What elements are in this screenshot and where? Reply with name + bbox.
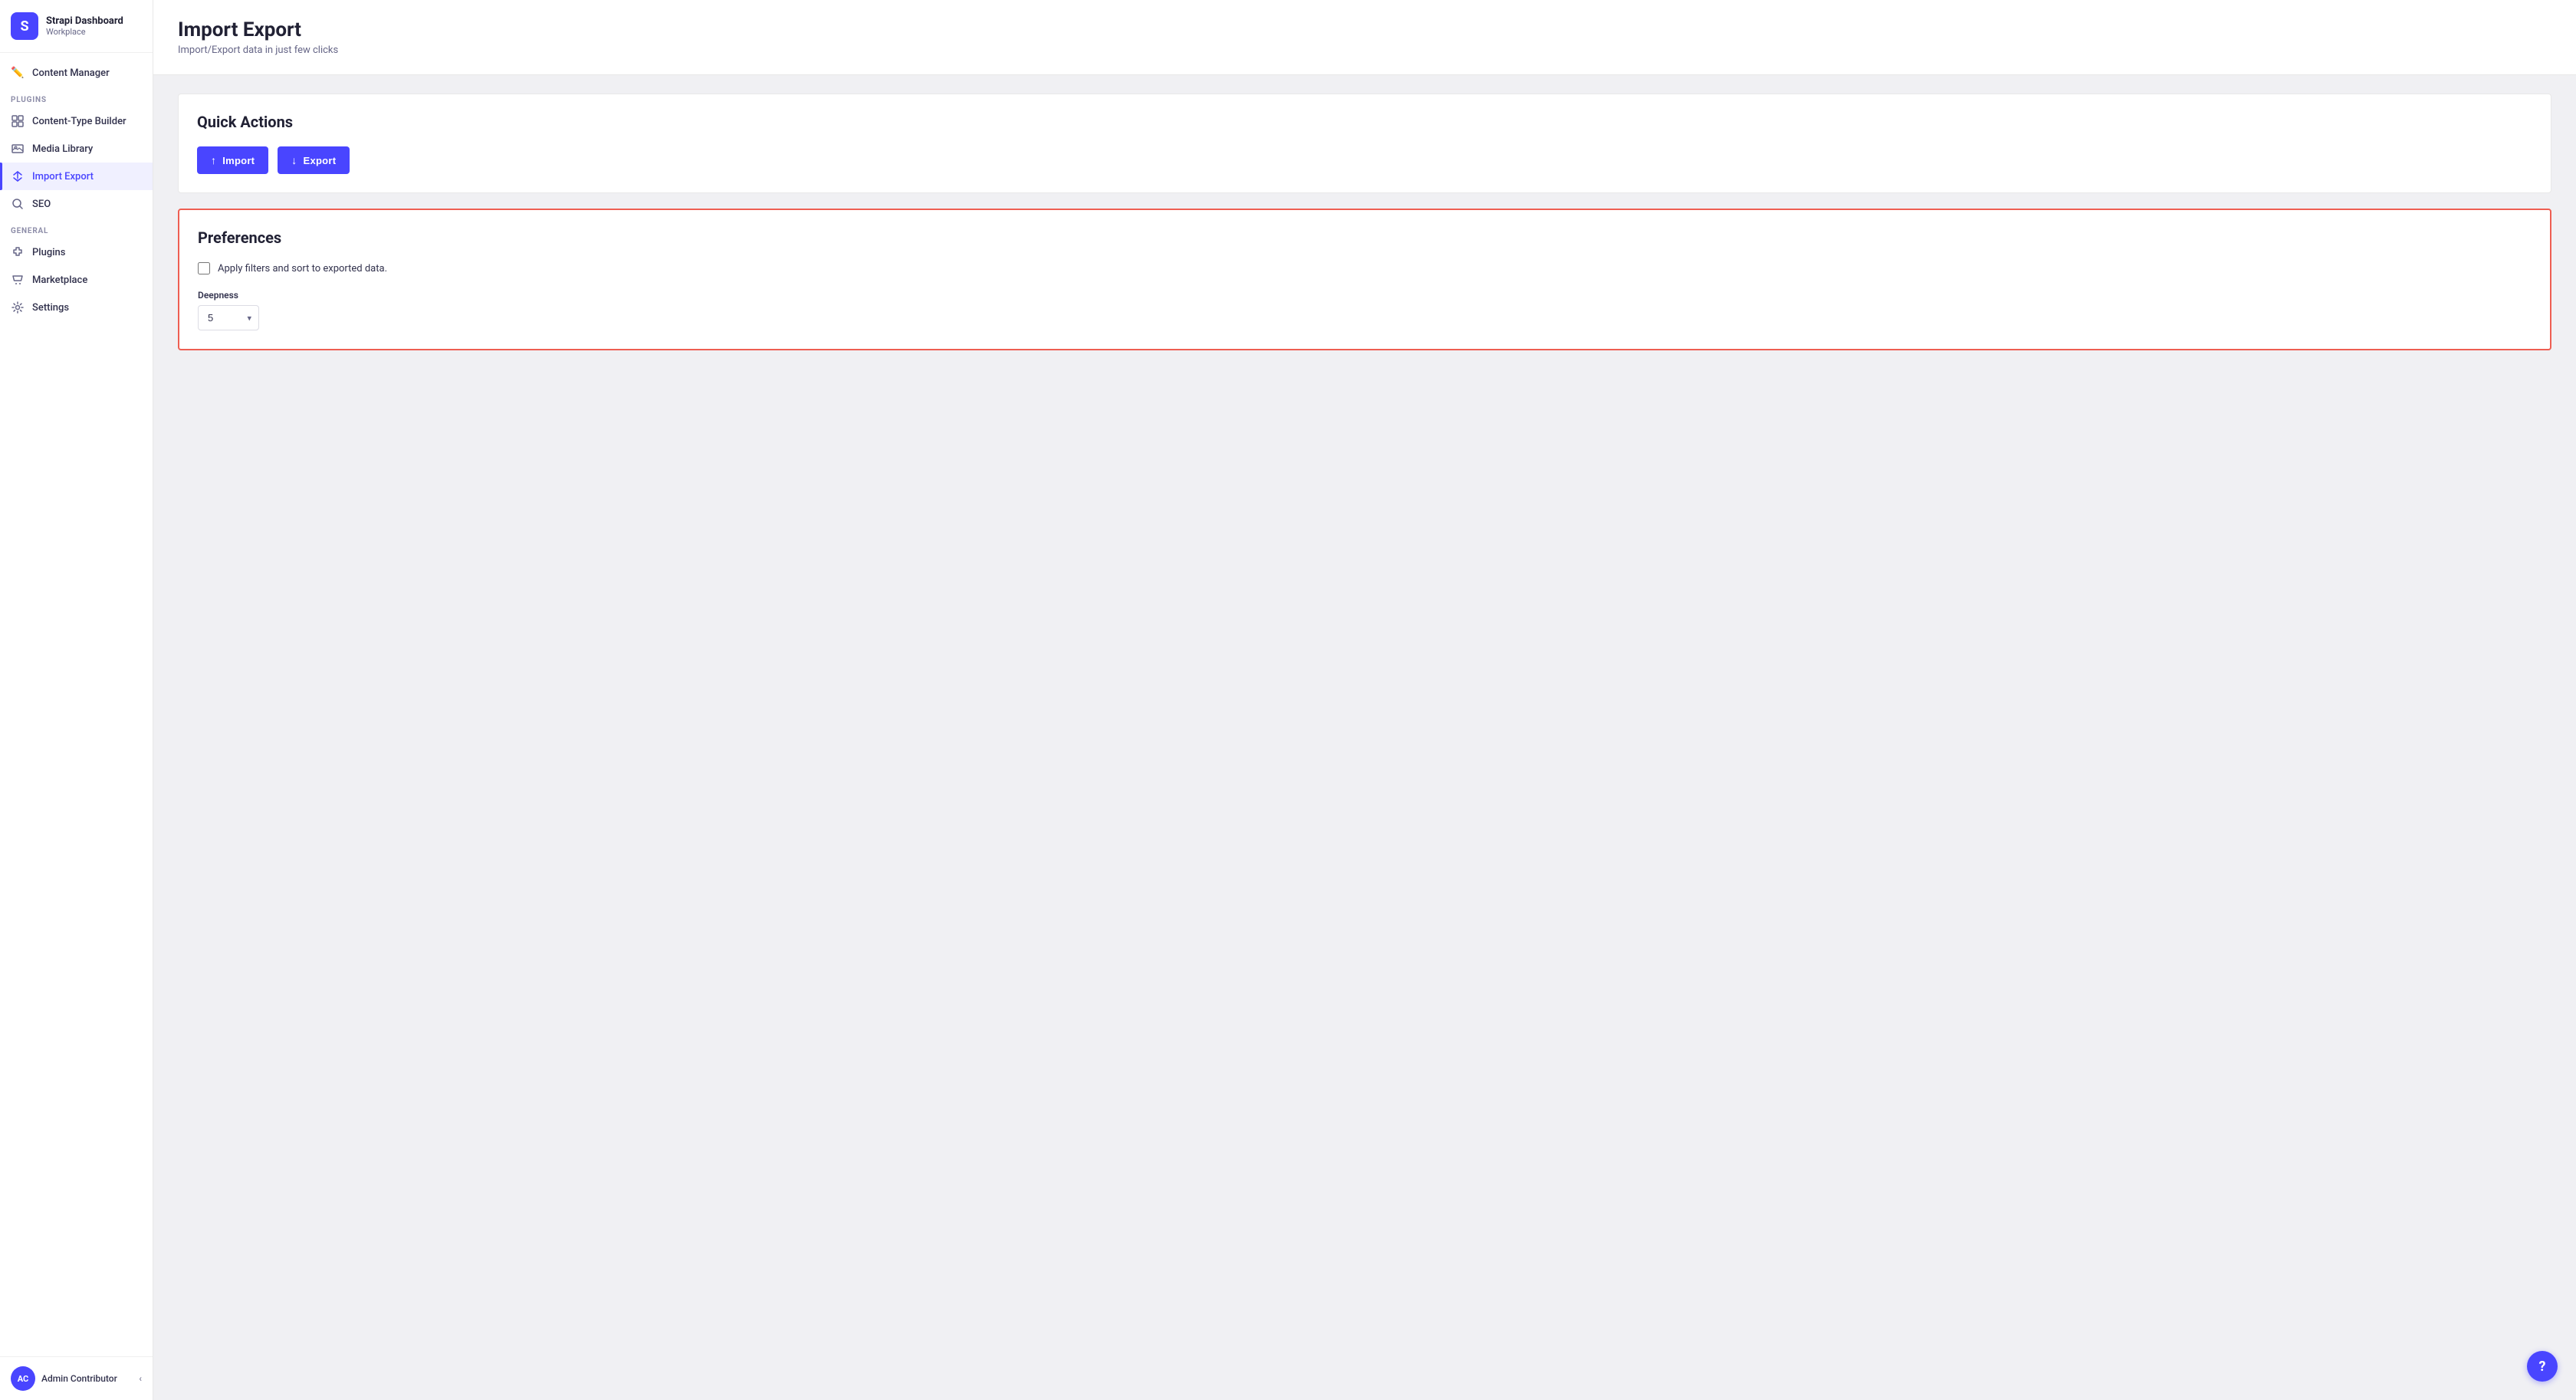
sidebar-item-content-type-builder[interactable]: Content-Type Builder <box>0 107 153 135</box>
preferences-card: Preferences Apply filters and sort to ex… <box>178 209 2551 350</box>
sidebar-item-media-library[interactable]: Media Library <box>0 135 153 163</box>
settings-icon <box>11 301 25 314</box>
page-content: Quick Actions ↑ Import ↓ Export Preferen… <box>153 75 2576 369</box>
sidebar-footer: AC Admin Contributor ‹ <box>0 1356 153 1400</box>
deepness-select-wrapper: 1 2 3 4 5 6 7 8 9 10 ▾ <box>198 305 259 330</box>
apply-filters-label: Apply filters and sort to exported data. <box>218 263 387 274</box>
sidebar-item-content-manager[interactable]: ✏️ Content Manager <box>0 59 153 87</box>
sidebar-item-label: SEO <box>32 199 51 210</box>
brand-icon: S <box>11 12 38 40</box>
import-icon: ↑ <box>211 154 216 166</box>
deepness-select[interactable]: 1 2 3 4 5 6 7 8 9 10 <box>198 305 259 330</box>
seo-icon <box>11 197 25 211</box>
page-subtitle: Import/Export data in just few clicks <box>178 44 2551 56</box>
sidebar-item-seo[interactable]: SEO <box>0 190 153 218</box>
checkbox-row: Apply filters and sort to exported data. <box>198 262 2532 274</box>
user-name: Admin Contributor <box>41 1373 133 1384</box>
action-buttons: ↑ Import ↓ Export <box>197 146 2532 174</box>
quick-actions-card: Quick Actions ↑ Import ↓ Export <box>178 94 2551 193</box>
sidebar: S Strapi Dashboard Workplace ✏️ Content … <box>0 0 153 1400</box>
marketplace-icon <box>11 273 25 287</box>
sidebar-item-label: Media Library <box>32 143 93 155</box>
general-section-label: GENERAL <box>0 218 153 238</box>
content-type-builder-icon <box>11 114 25 128</box>
sidebar-item-label: Plugins <box>32 247 65 258</box>
brand-text: Strapi Dashboard Workplace <box>46 15 123 37</box>
sidebar-item-marketplace[interactable]: Marketplace <box>0 266 153 294</box>
import-export-icon <box>11 169 25 183</box>
help-button[interactable]: ? <box>2527 1351 2558 1382</box>
sidebar-item-import-export[interactable]: Import Export <box>0 163 153 190</box>
import-button[interactable]: ↑ Import <box>197 146 268 174</box>
export-label: Export <box>304 155 337 166</box>
sidebar-item-label: Content-Type Builder <box>32 116 127 127</box>
page-header: Import Export Import/Export data in just… <box>153 0 2576 75</box>
deepness-field: Deepness 1 2 3 4 5 6 7 8 9 10 ▾ <box>198 290 2532 330</box>
preferences-title: Preferences <box>198 228 2532 247</box>
brand-name: Strapi Dashboard <box>46 15 123 27</box>
apply-filters-checkbox[interactable] <box>198 262 210 274</box>
page-title: Import Export <box>178 18 2551 41</box>
sidebar-item-settings[interactable]: Settings <box>0 294 153 321</box>
import-label: Import <box>222 155 255 166</box>
sidebar-item-label: Settings <box>32 302 69 314</box>
brand: S Strapi Dashboard Workplace <box>0 0 153 53</box>
main-content: Import Export Import/Export data in just… <box>153 0 2576 1400</box>
sidebar-item-label: Marketplace <box>32 274 87 286</box>
export-icon: ↓ <box>291 154 297 166</box>
media-library-icon <box>11 142 25 156</box>
brand-subtitle: Workplace <box>46 27 123 37</box>
plugins-icon <box>11 245 25 259</box>
content-manager-icon: ✏️ <box>11 66 25 80</box>
quick-actions-title: Quick Actions <box>197 113 2532 131</box>
sidebar-item-plugins[interactable]: Plugins <box>0 238 153 266</box>
sidebar-nav: ✏️ Content Manager PLUGINS Content-Type … <box>0 53 153 1356</box>
avatar: AC <box>11 1366 35 1391</box>
help-icon: ? <box>2539 1359 2546 1375</box>
sidebar-item-label: Import Export <box>32 171 94 182</box>
plugins-section-label: PLUGINS <box>0 87 153 107</box>
sidebar-item-label: Content Manager <box>32 67 110 79</box>
export-button[interactable]: ↓ Export <box>278 146 350 174</box>
chevron-icon[interactable]: ‹ <box>139 1373 142 1384</box>
deepness-label: Deepness <box>198 290 2532 301</box>
